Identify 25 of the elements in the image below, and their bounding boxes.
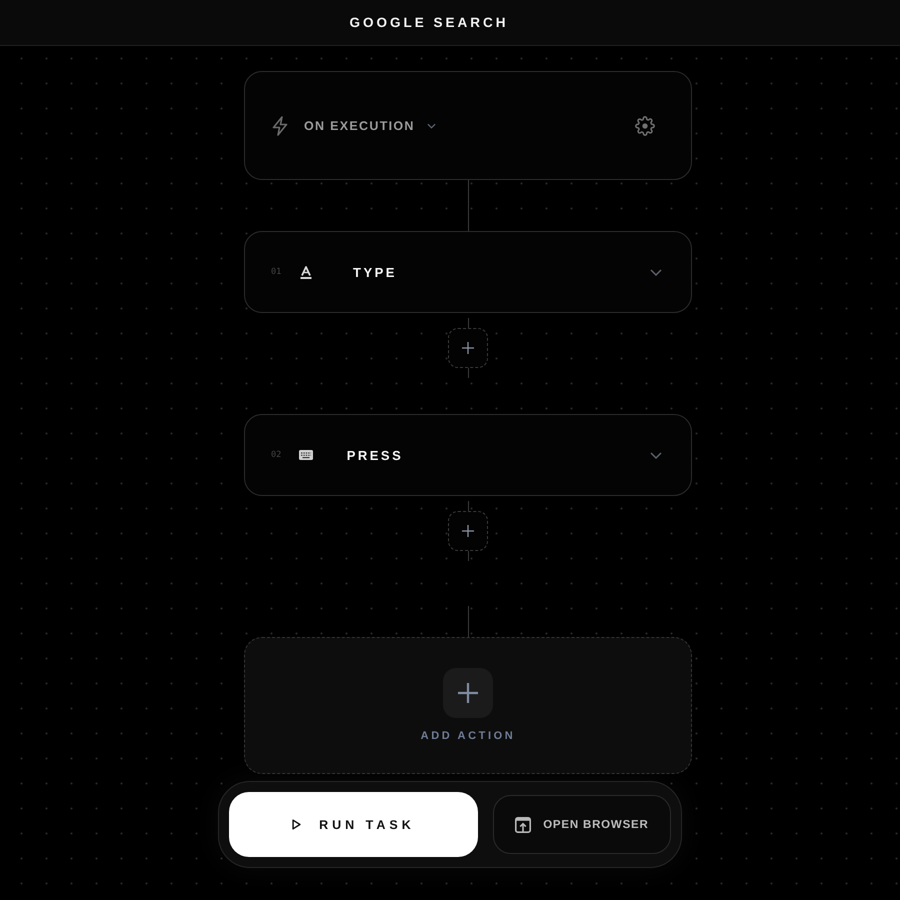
text-type-icon — [300, 266, 312, 278]
open-browser-button[interactable]: OPEN BROWSER — [492, 795, 671, 854]
chevron-down-icon — [426, 122, 436, 128]
step-title: TYPE — [353, 264, 397, 280]
browser-window-icon — [515, 816, 532, 832]
lightning-bolt-icon — [272, 116, 288, 136]
play-icon — [292, 819, 302, 830]
settings-icon[interactable] — [635, 116, 655, 136]
plus-tile-icon — [443, 668, 493, 718]
workflow-title: GOOGLE SEARCH — [349, 16, 508, 30]
step-number: 02 — [271, 450, 282, 460]
add-action-card[interactable]: ADD ACTION — [244, 637, 692, 774]
add-step-button[interactable] — [448, 511, 488, 551]
step-card[interactable]: 02 PRESS — [244, 414, 692, 496]
trigger-dropdown[interactable]: ON EXECUTION — [304, 118, 436, 132]
add-step-button[interactable] — [448, 328, 488, 368]
step-number: 01 — [271, 267, 282, 277]
step-card[interactable]: 01 TYPE — [244, 231, 692, 313]
keyboard-icon — [299, 450, 313, 460]
chevron-down-icon[interactable] — [650, 452, 662, 458]
chevron-down-icon[interactable] — [650, 268, 662, 276]
plus-icon — [462, 342, 474, 354]
run-task-button[interactable]: RUN TASK — [229, 792, 478, 857]
plus-icon — [462, 525, 474, 537]
step-title: PRESS — [346, 448, 404, 462]
